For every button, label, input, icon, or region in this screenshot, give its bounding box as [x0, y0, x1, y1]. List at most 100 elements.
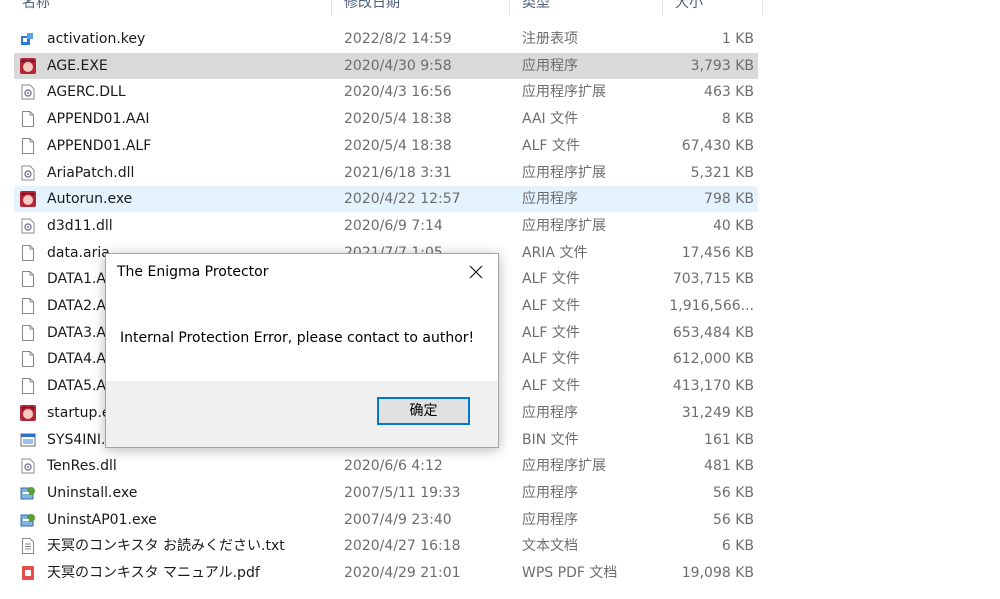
file-type: ALF 文件 — [522, 137, 580, 154]
file-type: 应用程序 — [522, 484, 578, 501]
file-name: activation.key — [47, 31, 146, 47]
file-type: 应用程序 — [522, 404, 578, 421]
file-type: ALF 文件 — [522, 351, 580, 368]
file-row[interactable]: 天冥のコンキスタ お読みください.txt 2020/4/27 16:18 文本文档 6… — [14, 533, 758, 559]
file-row[interactable]: Autorun.exe 2020/4/22 12:57 应用程序 798 KB — [14, 186, 758, 213]
file-size: 161 KB — [704, 431, 754, 448]
column-header-size[interactable]: 大小 — [675, 0, 703, 17]
column-header-date[interactable]: 修改日期 — [344, 0, 400, 17]
column-header-name[interactable]: 名称 — [22, 0, 50, 17]
dialog-title: The Enigma Protector — [117, 264, 269, 280]
file-size: 798 KB — [704, 191, 754, 208]
file-size: 5,321 KB — [690, 164, 754, 181]
dll-icon — [20, 165, 36, 181]
file-row[interactable]: APPEND01.AAI 2020/5/4 18:38 AAI 文件 8 KB — [14, 106, 758, 132]
dll-icon — [20, 218, 36, 234]
file-icon — [20, 271, 36, 288]
file-date: 2020/5/4 18:38 — [344, 137, 452, 154]
file-icon — [20, 378, 36, 395]
file-name: 天冥のコンキスタ お読みください.txt — [47, 538, 285, 555]
file-type: 应用程序扩展 — [522, 164, 606, 181]
file-date: 2022/8/2 14:59 — [344, 31, 452, 47]
file-name: UninstAP01.exe — [47, 511, 157, 528]
file-size: 56 KB — [712, 484, 754, 501]
file-type: 应用程序扩展 — [522, 458, 606, 475]
dialog-message: Internal Protection Error, please contac… — [120, 330, 475, 346]
file-type: ALF 文件 — [522, 298, 580, 314]
file-icon — [20, 324, 36, 341]
registry-icon — [20, 31, 36, 47]
file-name: data.aria — [47, 244, 110, 261]
file-date: 2020/4/27 16:18 — [344, 538, 461, 555]
file-date: 2007/4/9 23:40 — [344, 511, 452, 528]
file-size: 3,793 KB — [690, 57, 754, 74]
file-name: AGERC.DLL — [47, 84, 126, 101]
file-type: AAI 文件 — [522, 111, 579, 128]
file-size: 6 KB — [721, 538, 754, 555]
file-icon — [20, 351, 36, 368]
file-size: 653,484 KB — [672, 324, 754, 341]
file-row[interactable]: AGE.EXE 2020/4/30 9:58 应用程序 3,793 KB — [14, 52, 758, 79]
dll-icon — [20, 458, 36, 474]
file-type: 应用程序 — [522, 57, 578, 74]
file-size: 31,249 KB — [681, 404, 754, 421]
file-name: APPEND01.ALF — [47, 137, 152, 154]
file-row[interactable]: d3d11.dll 2020/6/9 7:14 应用程序扩展 40 KB — [14, 213, 758, 239]
file-size: 1 KB — [721, 31, 754, 47]
error-dialog: The Enigma Protector Internal Protection… — [105, 253, 499, 448]
file-type: 文本文档 — [522, 538, 578, 555]
file-date: 2020/4/30 9:58 — [344, 57, 452, 74]
file-size: 463 KB — [704, 84, 754, 101]
file-row[interactable]: AGERC.DLL 2020/4/3 16:56 应用程序扩展 463 KB — [14, 79, 758, 105]
file-row[interactable]: activation.key 2022/8/2 14:59 注册表项 1 KB — [14, 26, 758, 52]
uninstall-icon — [20, 512, 36, 528]
app-icon — [20, 404, 36, 421]
file-name: Autorun.exe — [47, 191, 133, 208]
column-divider[interactable] — [509, 0, 510, 16]
file-type: 应用程序 — [522, 511, 578, 528]
file-row[interactable]: Uninstall.exe 2007/5/11 19:33 应用程序 56 KB — [14, 480, 758, 506]
dialog-footer: 确定 — [106, 381, 498, 447]
file-row[interactable]: AriaPatch.dll 2021/6/18 3:31 应用程序扩展 5,321 K… — [14, 160, 758, 186]
file-type: 注册表项 — [522, 31, 578, 47]
file-type: ALF 文件 — [522, 378, 580, 395]
file-icon — [20, 298, 36, 314]
uninstall-icon — [20, 485, 36, 501]
close-icon[interactable] — [466, 262, 486, 282]
file-size: 56 KB — [712, 511, 754, 528]
file-name: AGE.EXE — [47, 57, 108, 74]
file-date: 2007/5/11 19:33 — [344, 484, 461, 501]
file-size: 703,715 KB — [672, 271, 754, 288]
column-divider[interactable] — [331, 0, 332, 16]
file-date: 2021/6/18 3:31 — [344, 164, 452, 181]
file-size: 612,000 KB — [672, 351, 754, 368]
file-type: BIN 文件 — [522, 431, 579, 448]
file-icon — [20, 244, 36, 261]
file-date: 2020/6/6 4:12 — [344, 458, 443, 475]
file-type: ARIA 文件 — [522, 244, 588, 261]
file-type: ALF 文件 — [522, 324, 580, 341]
column-divider[interactable] — [662, 0, 663, 16]
column-divider[interactable] — [762, 0, 763, 16]
app-icon — [20, 57, 36, 74]
file-row[interactable]: 天冥のコンキスタ マニュアル.pdf 2020/4/29 21:01 WPS PDF… — [14, 560, 758, 586]
file-date: 2020/5/4 18:38 — [344, 111, 452, 128]
file-row[interactable]: TenRes.dll 2020/6/6 4:12 应用程序扩展 481 KB — [14, 453, 758, 479]
text-icon — [20, 538, 36, 555]
file-name: Uninstall.exe — [47, 484, 138, 501]
file-size: 67,430 KB — [681, 137, 754, 154]
file-name: d3d11.dll — [47, 217, 113, 234]
column-header-bar: 名称 修改日期 类型 大小 — [0, 0, 1000, 18]
column-header-type[interactable]: 类型 — [522, 0, 550, 17]
file-size: 40 KB — [712, 217, 754, 234]
ok-button[interactable]: 确定 — [377, 397, 470, 425]
pdf-icon — [20, 565, 36, 581]
file-type: WPS PDF 文档 — [522, 565, 618, 581]
file-type: ALF 文件 — [522, 271, 580, 288]
file-row[interactable]: UninstAP01.exe 2007/4/9 23:40 应用程序 56 KB — [14, 507, 758, 533]
file-name: APPEND01.AAI — [47, 111, 150, 128]
file-date: 2020/4/3 16:56 — [344, 84, 452, 101]
file-row[interactable]: APPEND01.ALF 2020/5/4 18:38 ALF 文件 67,430 K… — [14, 133, 758, 159]
file-name: TenRes.dll — [47, 458, 117, 475]
file-date: 2020/4/29 21:01 — [344, 565, 461, 581]
